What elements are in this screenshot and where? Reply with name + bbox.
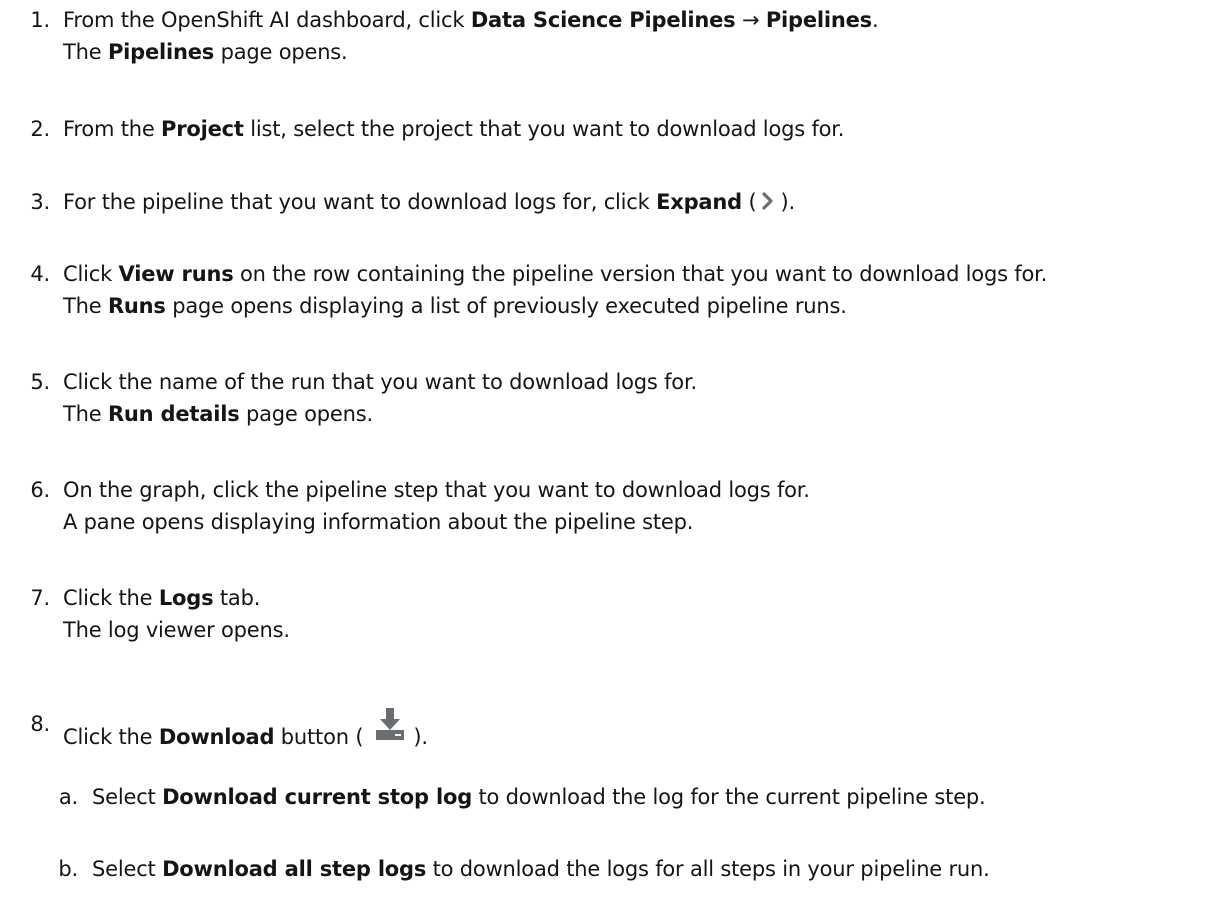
ui-label: Project [161, 117, 244, 141]
download-icon [373, 706, 407, 751]
step-result: The Pipelines page opens. [63, 40, 348, 64]
step-number: 8. [30, 712, 50, 736]
ui-label: Data Science Pipelines [470, 8, 736, 32]
step-number: 5. [30, 370, 50, 394]
step-number: 6. [30, 478, 50, 502]
step-number: 2. [30, 117, 50, 141]
ui-label: Pipelines [765, 8, 872, 32]
ui-label: Download current stop log [162, 785, 473, 809]
step-result: The log viewer opens. [63, 618, 290, 642]
ui-label: View runs [118, 262, 234, 286]
substep-text: Select Download current stop log to down… [92, 785, 986, 809]
step-text: For the pipeline that you want to downlo… [63, 186, 795, 219]
step-result: The Run details page opens. [63, 402, 373, 426]
step-text: On the graph, click the pipeline step th… [63, 478, 810, 502]
step-number: 1. [30, 8, 50, 32]
ui-label: Download all step logs [162, 857, 427, 881]
substep-letter: a. [58, 785, 78, 809]
step-number: 3. [30, 190, 50, 214]
step-number: 7. [30, 586, 50, 610]
substep-text: Select Download all step logs to downloa… [92, 857, 990, 881]
ui-label: Expand [656, 190, 742, 214]
ui-label: Download [158, 725, 275, 749]
step-text: Click the Logs tab. [63, 586, 261, 610]
chevron-right-icon [760, 187, 776, 219]
step-text: From the OpenShift AI dashboard, click D… [63, 8, 879, 32]
ui-label: Logs [158, 586, 214, 610]
ui-label: Pipelines [107, 40, 215, 64]
ui-label: Runs [107, 294, 166, 318]
step-text: From the Project list, select the projec… [63, 117, 845, 141]
step-number: 4. [30, 262, 50, 286]
step-text: Click the Download button (). [63, 708, 428, 753]
step-result: The Runs page opens displaying a list of… [63, 294, 847, 318]
ui-label: Run details [107, 402, 240, 426]
substep-letter: b. [58, 857, 78, 881]
step-result: A pane opens displaying information abou… [63, 510, 694, 534]
step-text: Click View runs on the row containing th… [63, 262, 1048, 286]
step-text: Click the name of the run that you want … [63, 370, 697, 394]
